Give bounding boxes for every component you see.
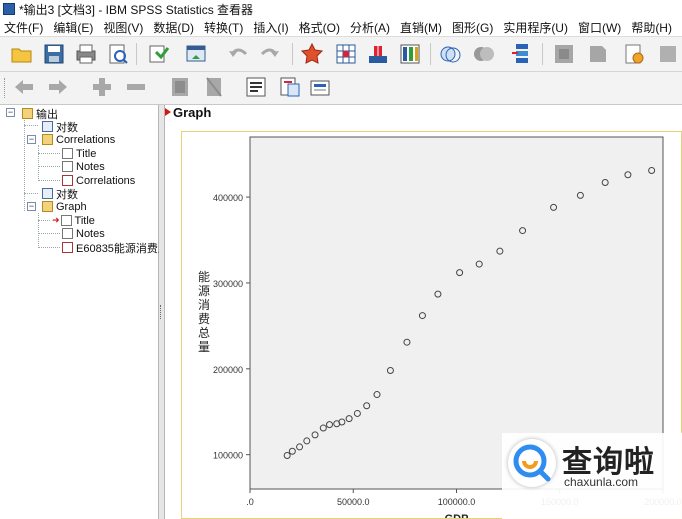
collapse-toggle-output[interactable]: − — [6, 108, 15, 117]
show-icon[interactable] — [168, 75, 192, 99]
chart-icon — [62, 242, 73, 253]
y-axis-label: 能源消费总量 — [198, 270, 210, 354]
spss-app-icon — [3, 3, 15, 15]
outline-item-notes-2[interactable]: Notes — [62, 227, 105, 240]
x-tick-label: .0 — [246, 497, 254, 507]
value-labels-icon[interactable] — [552, 42, 576, 66]
redo-icon[interactable] — [258, 42, 282, 66]
goto-variable-icon[interactable] — [366, 42, 390, 66]
menu-edit[interactable]: 编辑(E) — [49, 19, 99, 36]
x-axis-label: GDP — [445, 513, 469, 518]
menu-bar: 文件(F) 编辑(E) 视图(V) 数据(D) 转换(T) 插入(I) 格式(O… — [0, 18, 682, 37]
watermark-logo-icon — [508, 439, 556, 487]
title-doc-icon — [60, 215, 72, 226]
insert-title-icon[interactable] — [278, 75, 302, 99]
outline-item-output[interactable]: 输出 — [22, 107, 58, 121]
scripts-icon[interactable] — [622, 42, 646, 66]
main-toolbar — [0, 37, 682, 72]
title-bar: *输出3 [文档3] - IBM SPSS Statistics 查看器 — [0, 0, 682, 18]
outline-item-title-2[interactable]: ➜ Title — [52, 214, 95, 227]
collapse-icon[interactable] — [124, 75, 148, 99]
goto-data-icon[interactable] — [300, 42, 324, 66]
menu-view[interactable]: 视图(V) — [99, 19, 149, 36]
graph-book-icon — [42, 201, 53, 212]
outline-pane: − 输出 对数 − Correlations Title Notes Corre… — [0, 105, 180, 519]
outline-item-graph[interactable]: Graph — [42, 200, 87, 213]
open-icon[interactable] — [10, 42, 34, 66]
menu-file[interactable]: 文件(F) — [0, 19, 49, 36]
recall-dialog-icon[interactable] — [184, 42, 208, 66]
window-title: *输出3 [文档3] - IBM SPSS Statistics 查看器 — [19, 2, 254, 17]
back-icon[interactable] — [12, 75, 36, 99]
stop-icon[interactable] — [656, 42, 680, 66]
viewer-content: Graph 100000 200000 300000 400000 .0 50000.0 1… — [165, 105, 682, 519]
outline-item-title-1[interactable]: Title — [62, 147, 96, 160]
current-item-arrow-icon: ➜ — [52, 215, 60, 225]
collapse-toggle-correlations[interactable]: − — [27, 135, 36, 144]
insert-heading-icon[interactable] — [244, 75, 268, 99]
insert-text-icon[interactable] — [308, 75, 332, 99]
y-tick-label: 300000 — [213, 279, 243, 289]
menu-analyze[interactable]: 分析(A) — [346, 19, 396, 36]
watermark: 查询啦 chaxunla.com — [502, 433, 682, 519]
outline-item-correlations[interactable]: Correlations — [42, 133, 115, 146]
log-icon — [42, 188, 53, 199]
graph-heading[interactable]: Graph — [173, 105, 211, 120]
output-book-icon — [22, 108, 33, 119]
title-doc-icon — [62, 148, 73, 159]
menu-help[interactable]: 帮助(H) — [627, 19, 678, 36]
menu-direct-marketing[interactable]: 直销(M) — [396, 19, 448, 36]
outline-item-log-1[interactable]: 对数 — [42, 120, 78, 134]
menu-transform[interactable]: 转换(T) — [200, 19, 249, 36]
use-sets-icon[interactable] — [586, 42, 610, 66]
correlations-book-icon — [42, 134, 53, 145]
y-tick-label: 400000 — [213, 193, 243, 203]
watermark-url: chaxunla.com — [564, 475, 639, 489]
undo-icon[interactable] — [226, 42, 250, 66]
expand-icon[interactable] — [90, 75, 114, 99]
menu-data[interactable]: 数据(D) — [149, 19, 200, 36]
outline-toolbar — [0, 72, 682, 105]
export-icon[interactable] — [146, 42, 170, 66]
forward-icon[interactable] — [46, 75, 70, 99]
toolbar-grip[interactable] — [4, 78, 8, 98]
table-icon — [62, 175, 73, 186]
weight-cases-icon[interactable] — [472, 42, 496, 66]
goto-case-icon[interactable] — [334, 42, 358, 66]
y-tick-label: 100000 — [213, 451, 243, 461]
menu-format[interactable]: 格式(O) — [295, 19, 346, 36]
hide-icon[interactable] — [202, 75, 226, 99]
split-file-icon[interactable] — [510, 42, 534, 66]
log-icon — [42, 121, 53, 132]
notes-doc-icon — [62, 228, 73, 239]
variables-icon[interactable] — [398, 42, 422, 66]
notes-doc-icon — [62, 161, 73, 172]
outline-item-log-2[interactable]: 对数 — [42, 187, 78, 201]
print-preview-icon[interactable] — [106, 42, 130, 66]
x-tick-label: 50000.0 — [337, 497, 370, 507]
menu-insert[interactable]: 插入(I) — [249, 19, 294, 36]
y-tick-label: 200000 — [213, 365, 243, 375]
menu-utilities[interactable]: 实用程序(U) — [499, 19, 574, 36]
menu-graphs[interactable]: 图形(G) — [448, 19, 499, 36]
x-tick-label: 100000.0 — [438, 497, 476, 507]
outline-item-notes-1[interactable]: Notes — [62, 160, 105, 173]
collapse-toggle-graph[interactable]: − — [27, 202, 36, 211]
select-cases-icon[interactable] — [438, 42, 462, 66]
menu-window[interactable]: 窗口(W) — [574, 19, 627, 36]
print-icon[interactable] — [74, 42, 98, 66]
save-icon[interactable] — [42, 42, 66, 66]
heading-arrow-icon — [165, 108, 171, 116]
